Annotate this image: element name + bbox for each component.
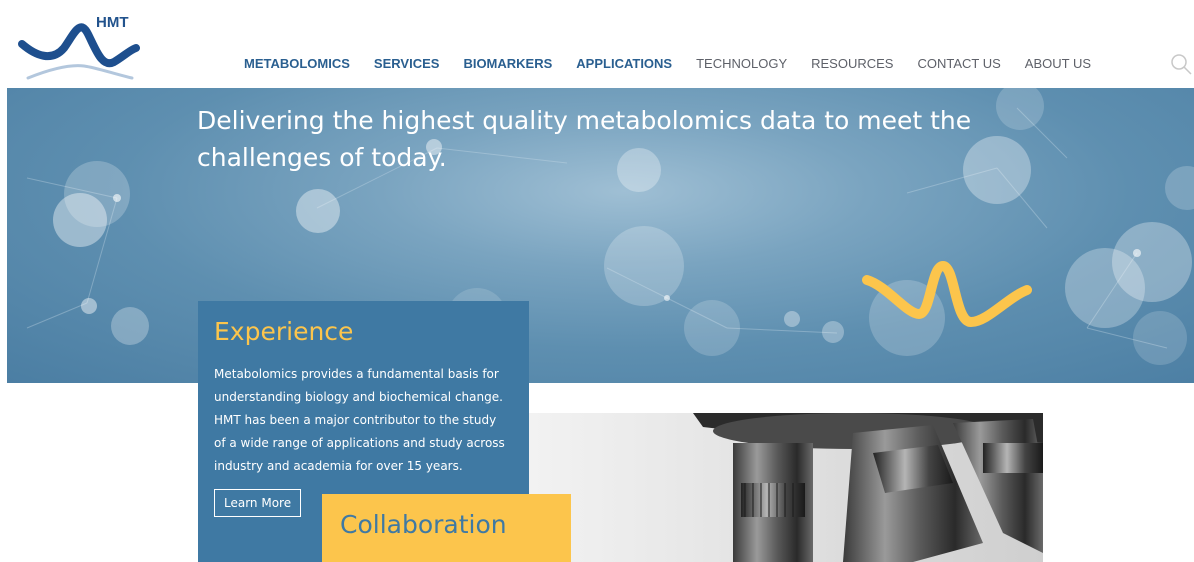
hero-headline-line2: challenges of today. — [197, 143, 447, 172]
page: HMT METABOLOMICS SERVICES BIOMARKERS APP… — [0, 0, 1194, 562]
nav-about-us[interactable]: ABOUT US — [1025, 56, 1091, 71]
experience-body-line: HMT has been a major contributor to the … — [214, 413, 497, 427]
experience-body-line: industry and academia for over 15 years. — [214, 459, 463, 473]
collaboration-card[interactable]: Collaboration — [322, 494, 571, 562]
nav-contact-us[interactable]: CONTACT US — [917, 56, 1000, 71]
search-icon[interactable] — [1170, 53, 1192, 75]
collaboration-title: Collaboration — [340, 510, 507, 539]
microscope-photo — [513, 413, 1043, 562]
nav-applications[interactable]: APPLICATIONS — [576, 56, 672, 71]
hero-banner: Delivering the highest quality metabolom… — [7, 88, 1194, 383]
logo-text: HMT — [96, 14, 129, 31]
nav-services[interactable]: SERVICES — [374, 56, 440, 71]
experience-title: Experience — [214, 317, 354, 346]
yellow-wave-icon — [862, 260, 1032, 328]
microscope-image — [693, 413, 1043, 562]
experience-body-line: understanding biology and biochemical ch… — [214, 390, 503, 404]
experience-body-line: Metabolomics provides a fundamental basi… — [214, 367, 499, 381]
hero-headline-line1: Delivering the highest quality metabolom… — [197, 106, 972, 135]
experience-body-line: of a wide range of applications and stud… — [214, 436, 505, 450]
nav-biomarkers[interactable]: BIOMARKERS — [463, 56, 552, 71]
nav-resources[interactable]: RESOURCES — [811, 56, 893, 71]
main-nav: METABOLOMICS SERVICES BIOMARKERS APPLICA… — [244, 56, 1115, 71]
nav-metabolomics[interactable]: METABOLOMICS — [244, 56, 350, 71]
nav-technology[interactable]: TECHNOLOGY — [696, 56, 787, 71]
experience-body: Metabolomics provides a fundamental basi… — [214, 363, 524, 478]
site-header: HMT METABOLOMICS SERVICES BIOMARKERS APP… — [0, 0, 1194, 88]
hero-headline: Delivering the highest quality metabolom… — [197, 102, 1017, 176]
learn-more-button[interactable]: Learn More — [214, 489, 302, 517]
